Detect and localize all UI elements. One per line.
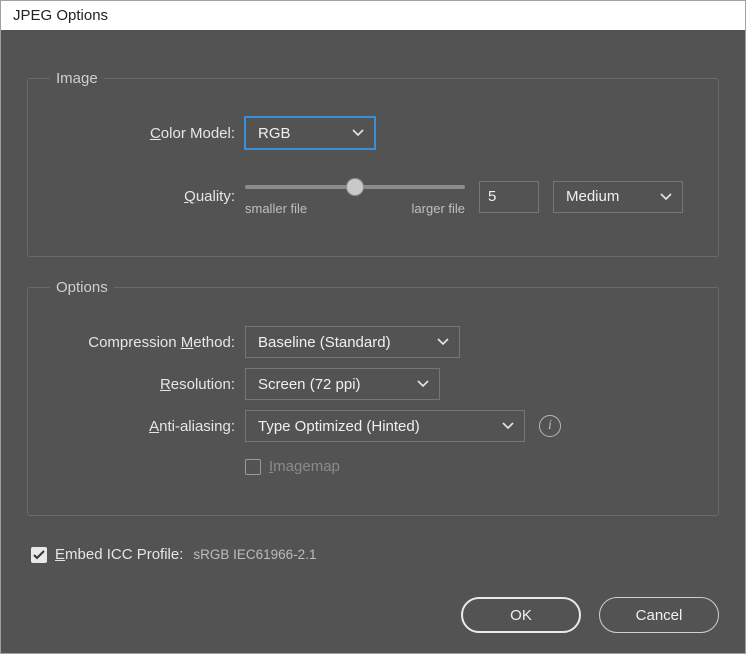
options-group: Options Compression Method: Baseline (St…	[27, 279, 719, 516]
quality-slider-wrap: smaller file larger file	[245, 177, 465, 216]
color-model-row: Color Model: RGB	[50, 117, 696, 149]
chevron-down-icon	[417, 380, 429, 388]
imagemap-row: Imagemap	[50, 458, 696, 475]
antialias-value: Type Optimized (Hinted)	[258, 418, 420, 435]
cancel-button[interactable]: Cancel	[599, 597, 719, 633]
imagemap-label: Imagemap	[269, 458, 340, 475]
chevron-down-icon	[352, 129, 364, 137]
color-model-value: RGB	[258, 125, 291, 142]
window-title: JPEG Options	[13, 7, 108, 24]
quality-max-label: larger file	[412, 201, 465, 216]
info-icon[interactable]: i	[539, 415, 561, 437]
antialias-select[interactable]: Type Optimized (Hinted)	[245, 410, 525, 442]
ok-button[interactable]: OK	[461, 597, 581, 633]
quality-preset-value: Medium	[566, 188, 619, 205]
quality-min-label: smaller file	[245, 201, 307, 216]
quality-label: Quality:	[50, 188, 245, 205]
options-group-legend: Options	[50, 279, 114, 296]
antialias-row: Anti-aliasing: Type Optimized (Hinted) i	[50, 410, 696, 442]
quality-slider[interactable]	[245, 177, 465, 197]
chevron-down-icon	[660, 193, 672, 201]
quality-slider-labels: smaller file larger file	[245, 201, 465, 216]
compression-row: Compression Method: Baseline (Standard)	[50, 326, 696, 358]
embed-icc-checkbox[interactable]	[31, 547, 47, 563]
compression-select[interactable]: Baseline (Standard)	[245, 326, 460, 358]
imagemap-checkbox	[245, 459, 261, 475]
image-group: Image Color Model: RGB Quality:	[27, 70, 719, 257]
dialog-body: Image Color Model: RGB Quality:	[1, 30, 745, 653]
compression-value: Baseline (Standard)	[258, 334, 391, 351]
color-model-select[interactable]: RGB	[245, 117, 375, 149]
embed-icc-row: Embed ICC Profile: sRGB IEC61966-2.1	[31, 546, 719, 563]
quality-input[interactable]	[479, 181, 539, 213]
compression-label: Compression Method:	[50, 334, 245, 351]
resolution-row: Resolution: Screen (72 ppi)	[50, 368, 696, 400]
resolution-value: Screen (72 ppi)	[258, 376, 361, 393]
resolution-select[interactable]: Screen (72 ppi)	[245, 368, 440, 400]
quality-row: Quality: smaller file larger file	[50, 177, 696, 216]
image-group-legend: Image	[50, 70, 104, 87]
titlebar: JPEG Options	[1, 1, 745, 30]
chevron-down-icon	[502, 422, 514, 430]
chevron-down-icon	[437, 338, 449, 346]
embed-icc-profile: sRGB IEC61966-2.1	[193, 547, 316, 562]
resolution-label: Resolution:	[50, 376, 245, 393]
embed-icc-label: Embed ICC Profile:	[55, 546, 183, 563]
button-row: OK Cancel	[27, 597, 719, 633]
antialias-label: Anti-aliasing:	[50, 418, 245, 435]
quality-preset-select[interactable]: Medium	[553, 181, 683, 213]
jpeg-options-dialog: JPEG Options Image Color Model: RGB	[0, 0, 746, 654]
color-model-label: Color Model:	[50, 125, 245, 142]
